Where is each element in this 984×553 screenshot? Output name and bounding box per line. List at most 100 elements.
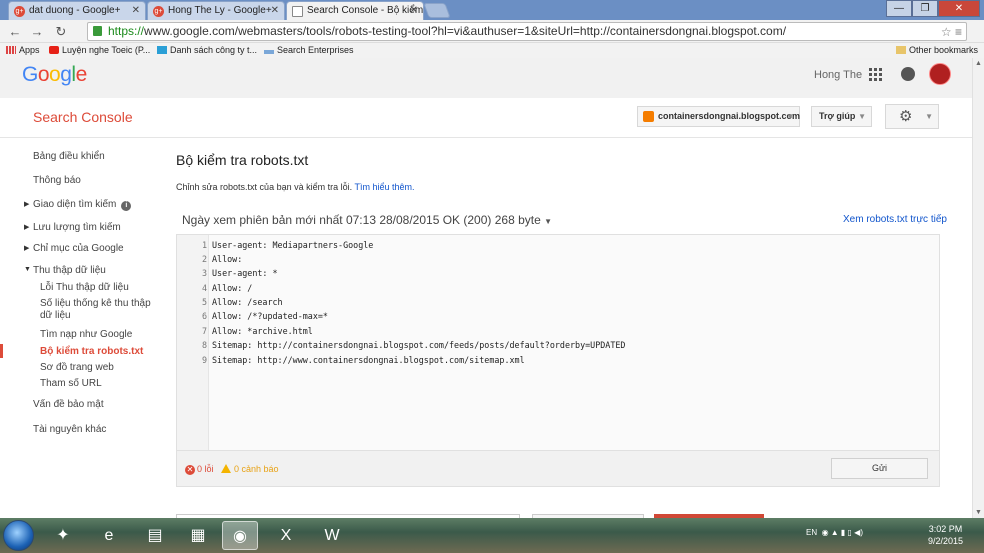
word-icon[interactable]: W (314, 521, 350, 550)
minimize-button[interactable]: — (886, 0, 912, 17)
bookmark-apps[interactable]: Apps (6, 45, 40, 55)
sidebar-item-label: Thu thập dữ liệu (33, 265, 106, 276)
sidebar-subitem-crawl-errors[interactable]: Lỗi Thu thập dữ liệu (40, 282, 162, 294)
user-name[interactable]: Hong The (814, 69, 862, 81)
sidebar-item-dashboard[interactable]: Bảng điều khiển (33, 151, 105, 162)
reload-icon[interactable]: ↻ (52, 23, 70, 40)
chevron-down-icon: ▼ (858, 112, 866, 121)
sidebar-item-security-issues[interactable]: Vấn đề bảo mật (33, 399, 104, 410)
tab-title: Search Console - Bộ kiểm (307, 5, 424, 16)
gear-icon: ⚙ (899, 108, 913, 125)
excel-icon[interactable]: X (268, 521, 304, 550)
robots-editor[interactable]: 1 User-agent: Mediapartners-Google 2 Allow… (176, 234, 940, 451)
chevron-right-icon: ▶ (24, 224, 30, 231)
bookmark-label: Danh sách công ty t... (170, 45, 258, 55)
site-icon (264, 50, 274, 54)
scroll-down-icon[interactable]: ▼ (975, 509, 982, 516)
notifications-icon[interactable] (901, 67, 915, 81)
sidebar-item-search-traffic[interactable]: ▶ Lưu lượng tìm kiếm (24, 222, 121, 233)
other-bookmarks[interactable]: Other bookmarks (896, 45, 978, 55)
chevron-right-icon: ▶ (24, 245, 30, 252)
google-header: Google Hong The (0, 58, 972, 98)
settings-button[interactable]: ⚙ ▼ (885, 104, 939, 129)
bookmark-star-icon[interactable]: ☆ ≡ (941, 24, 962, 40)
address-bar: ← → ↻ https://www.google.com/webmasters/… (0, 20, 984, 43)
apps-grid-icon[interactable] (869, 68, 882, 81)
sidebar-item-label: Bảng điều khiển (33, 151, 105, 162)
language-indicator[interactable]: EN (806, 528, 817, 537)
error-count-text: 0 lỗi (197, 464, 214, 474)
back-icon[interactable]: ← (6, 23, 24, 40)
new-tab-button[interactable] (423, 3, 451, 18)
system-tray: EN ◉ ▲ ▮ ▯ ◀) (806, 528, 863, 537)
sidebar-item-label: Vấn đề bảo mật (33, 399, 104, 410)
bookmark-label: Luyện nghe Toeic (P... (62, 45, 151, 55)
clock[interactable]: 3:02 PM 9/2/2015 (928, 523, 963, 547)
browser-tab-bar: g+ dat duong - Google+ ✕ g+ Hong The Ly … (0, 0, 984, 20)
bookmark-company-list[interactable]: Danh sách công ty t... (157, 45, 257, 55)
bookmark-search-enterprises[interactable]: Search Enterprises (264, 45, 354, 55)
page-title: Bộ kiểm tra robots.txt (176, 152, 309, 168)
forward-icon[interactable]: → (28, 23, 46, 40)
site-name: containersdongnai.blogspot.com (658, 111, 801, 121)
tab-title: Hong The Ly - Google+ (168, 5, 272, 16)
google-plus-icon: g+ (153, 6, 164, 17)
chrome-icon[interactable]: ◉ (222, 521, 258, 550)
sidebar-subitem-fetch-as-google[interactable]: Tìm nạp như Google (40, 329, 162, 341)
tab-dat-duong[interactable]: g+ dat duong - Google+ ✕ (8, 1, 146, 20)
start-button[interactable] (3, 520, 34, 551)
bookmark-label: Other bookmarks (909, 45, 979, 55)
sidebar-item-search-appearance[interactable]: ▶ Giao diện tìm kiếm i (24, 199, 132, 211)
error-icon: ✕ (185, 465, 195, 475)
google-logo[interactable]: Google (22, 63, 87, 87)
sheet-icon (157, 46, 167, 54)
folder-icon (896, 46, 906, 54)
window-controls: — ❐ ✕ (886, 0, 980, 17)
console-title[interactable]: Search Console (33, 109, 133, 125)
close-window-button[interactable]: ✕ (938, 0, 980, 17)
sidebar-item-label: Lưu lượng tìm kiếm (33, 222, 121, 233)
chevron-down-icon: ▼ (786, 112, 794, 121)
close-icon[interactable]: ✕ (410, 5, 418, 16)
sidebar-subitem-robots-tester[interactable]: Bộ kiểm tra robots.txt (40, 346, 162, 358)
learn-more-link[interactable]: Tìm hiểu thêm. (354, 182, 414, 192)
scroll-up-icon[interactable]: ▲ (975, 60, 982, 67)
bookmark-toeic[interactable]: Luyện nghe Toeic (P... (49, 45, 150, 55)
chevron-right-icon: ▶ (24, 201, 30, 208)
sidebar-item-crawl[interactable]: ▼ Thu thập dữ liệu (24, 265, 106, 276)
tab-hong-the-ly[interactable]: g+ Hong The Ly - Google+ ✕ (147, 1, 285, 20)
tab-search-console[interactable]: Search Console - Bộ kiểm ✕ (286, 1, 424, 20)
close-icon[interactable]: ✕ (271, 5, 279, 16)
warning-count: 0 cảnh báo (221, 464, 279, 474)
url-input[interactable]: https://www.google.com/webmasters/tools/… (87, 22, 967, 41)
version-selector[interactable]: Ngày xem phiên bản mới nhất 07:13 28/08/… (182, 213, 552, 227)
view-live-robots-link[interactable]: Xem robots.txt trực tiếp (843, 214, 947, 225)
sidebar-subitem-crawl-stats[interactable]: Số liệu thống kê thu thập dữ liệu (40, 298, 162, 322)
sidebar-item-google-index[interactable]: ▶ Chỉ mục của Google (24, 243, 124, 254)
bookmarks-bar: Apps Luyện nghe Toeic (P... Danh sách cô… (0, 43, 984, 58)
help-button[interactable]: Trợ giúp ▼ (811, 106, 872, 127)
description-text: Chỉnh sửa robots.txt của bạn và kiểm tra… (176, 182, 353, 192)
warning-count-text: 0 cảnh báo (234, 464, 279, 474)
sidebar-item-messages[interactable]: Thông báo (33, 175, 81, 186)
sidebar: Bảng điều khiển Thông báo ▶ Giao diện tìm… (0, 138, 160, 518)
tray-icons[interactable]: ◉ ▲ ▮ ▯ ◀) (819, 528, 863, 537)
site-selector[interactable]: containersdongnai.blogspot.com ▼ (637, 106, 800, 127)
submit-button[interactable]: Gửi (831, 458, 928, 479)
bookmark-label: Apps (19, 45, 40, 55)
url-scheme: https:// (108, 24, 145, 38)
info-icon[interactable]: i (121, 201, 132, 211)
page-scrollbar[interactable]: ▲ ▼ (972, 58, 984, 518)
sidebar-subitem-url-parameters[interactable]: Tham số URL (40, 378, 162, 390)
maximize-button[interactable]: ❐ (912, 0, 938, 17)
page-description: Chỉnh sửa robots.txt của bạn và kiểm tra… (176, 182, 414, 192)
internet-explorer-icon[interactable]: e (91, 521, 127, 550)
avatar[interactable] (929, 63, 951, 85)
blogger-icon (643, 111, 654, 122)
close-icon[interactable]: ✕ (132, 5, 140, 16)
sidebar-subitem-sitemaps[interactable]: Sơ đồ trang web (40, 362, 162, 374)
pinned-app-icon[interactable]: ▦ (180, 521, 216, 550)
file-explorer-icon[interactable]: ▤ (137, 521, 173, 550)
sidebar-item-other-resources[interactable]: Tài nguyên khác (33, 424, 106, 435)
pinned-app-icon[interactable]: ✦ (45, 521, 81, 550)
